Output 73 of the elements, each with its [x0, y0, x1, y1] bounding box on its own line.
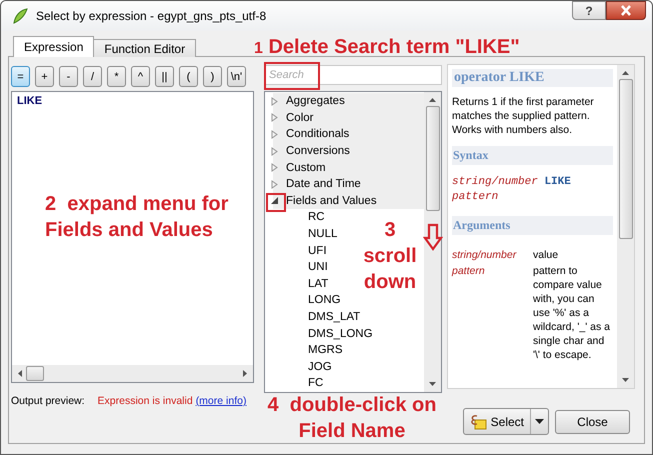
field-item[interactable]: NULL: [265, 226, 338, 242]
highlight-frame: [266, 193, 286, 212]
section-heading: Syntax: [452, 146, 613, 165]
annotation: 4 double-click on Field Name: [266, 393, 438, 444]
help-description: Returns 1 if the first parameter matches the supplied pattern. Works with numbers also.: [452, 95, 595, 137]
expand-arrow-icon[interactable]: [270, 113, 279, 122]
expand-arrow-icon[interactable]: [270, 146, 279, 156]
down-arrow-icon: [423, 223, 443, 251]
field-item[interactable]: RC: [265, 209, 325, 226]
tree-item[interactable]: Aggregates: [273, 93, 424, 110]
field-item[interactable]: FC: [265, 375, 324, 392]
field-item[interactable]: LAT: [265, 276, 328, 292]
annotation: 3 scroll down: [362, 218, 418, 295]
tree-item[interactable]: Date and Time: [273, 176, 424, 193]
operator-button[interactable]: \n': [227, 66, 246, 87]
operator-button[interactable]: =: [11, 66, 30, 87]
tab[interactable]: Expression: [13, 36, 94, 57]
feather-icon: [11, 7, 29, 25]
vertical-scrollbar[interactable]: [617, 65, 634, 388]
tab[interactable]: Function Editor: [93, 39, 196, 57]
close-dialog-button[interactable]: Close: [555, 410, 630, 434]
select-button[interactable]: Select: [462, 408, 549, 435]
annotation: 2 expand menu for Fields and Values: [45, 192, 230, 243]
expand-arrow-icon[interactable]: [270, 163, 279, 172]
operator-button[interactable]: (: [179, 66, 198, 87]
expand-arrow-icon[interactable]: [270, 130, 279, 139]
field-item[interactable]: JOG: [265, 358, 332, 376]
argument-description: value: [533, 248, 560, 262]
operator-button[interactable]: -: [59, 66, 78, 87]
argument-name: pattern: [452, 264, 486, 279]
scrollbar-thumb[interactable]: [26, 366, 44, 381]
tree-item[interactable]: Conditionals: [273, 126, 424, 143]
tree-item[interactable]: Conversions: [273, 142, 424, 160]
tree-item[interactable]: Fields and Values: [273, 192, 424, 210]
field-item[interactable]: MGRS: [265, 342, 342, 358]
operator-button[interactable]: +: [35, 66, 54, 87]
argument-description: pattern to compare value with, you can use '%' as a wildcard, '_' as a single char and '\' to escape.: [533, 264, 611, 362]
tree-item[interactable]: Custom: [273, 159, 424, 176]
window-title: Select by expression - egypt_gns_pts_utf-8: [36, 9, 266, 23]
highlight-frame: [264, 62, 320, 90]
field-item[interactable]: DMS_LAT: [265, 308, 360, 326]
error-message: Expression is invalid: [98, 395, 193, 407]
help-title: operator LIKE: [452, 69, 613, 87]
selection-icon: [468, 414, 487, 430]
operator-button[interactable]: ): [203, 66, 222, 87]
scrollbar-thumb[interactable]: [426, 106, 440, 211]
tree-item[interactable]: Color: [273, 110, 424, 126]
operator-button[interactable]: ||: [155, 66, 174, 87]
expand-arrow-icon[interactable]: [270, 180, 279, 189]
horizontal-scrollbar[interactable]: [12, 365, 253, 382]
operator-button[interactable]: /: [83, 66, 102, 87]
search-field[interactable]: Search: [264, 65, 442, 85]
field-item[interactable]: DMS_LONG: [265, 325, 373, 342]
operator-button[interactable]: ^: [131, 66, 150, 87]
operator-button[interactable]: *: [107, 66, 126, 87]
argument-name: string/number: [452, 248, 518, 262]
field-item[interactable]: UNI: [265, 258, 328, 276]
close-icon: [620, 5, 632, 16]
syntax-text: string/number LIKE pattern: [452, 175, 572, 205]
collapse-arrow-icon[interactable]: [270, 196, 279, 206]
field-item[interactable]: LONG: [265, 292, 341, 309]
more-info-link[interactable]: (more info): [196, 395, 246, 407]
close-button[interactable]: [606, 1, 646, 20]
field-item[interactable]: UFI: [265, 242, 327, 259]
help-button[interactable]: ?: [572, 1, 606, 20]
scrollbar-thumb[interactable]: [618, 79, 632, 239]
dropdown-arrow-icon[interactable]: [535, 418, 544, 424]
expression-text: LIKE: [16, 94, 44, 109]
annotation: 1 Delete Search term "LIKE": [254, 35, 520, 60]
vertical-scrollbar[interactable]: [424, 92, 441, 392]
output-preview-label: Output preview:: [11, 395, 85, 407]
section-heading: Arguments: [452, 216, 613, 235]
expand-arrow-icon[interactable]: [270, 96, 279, 106]
